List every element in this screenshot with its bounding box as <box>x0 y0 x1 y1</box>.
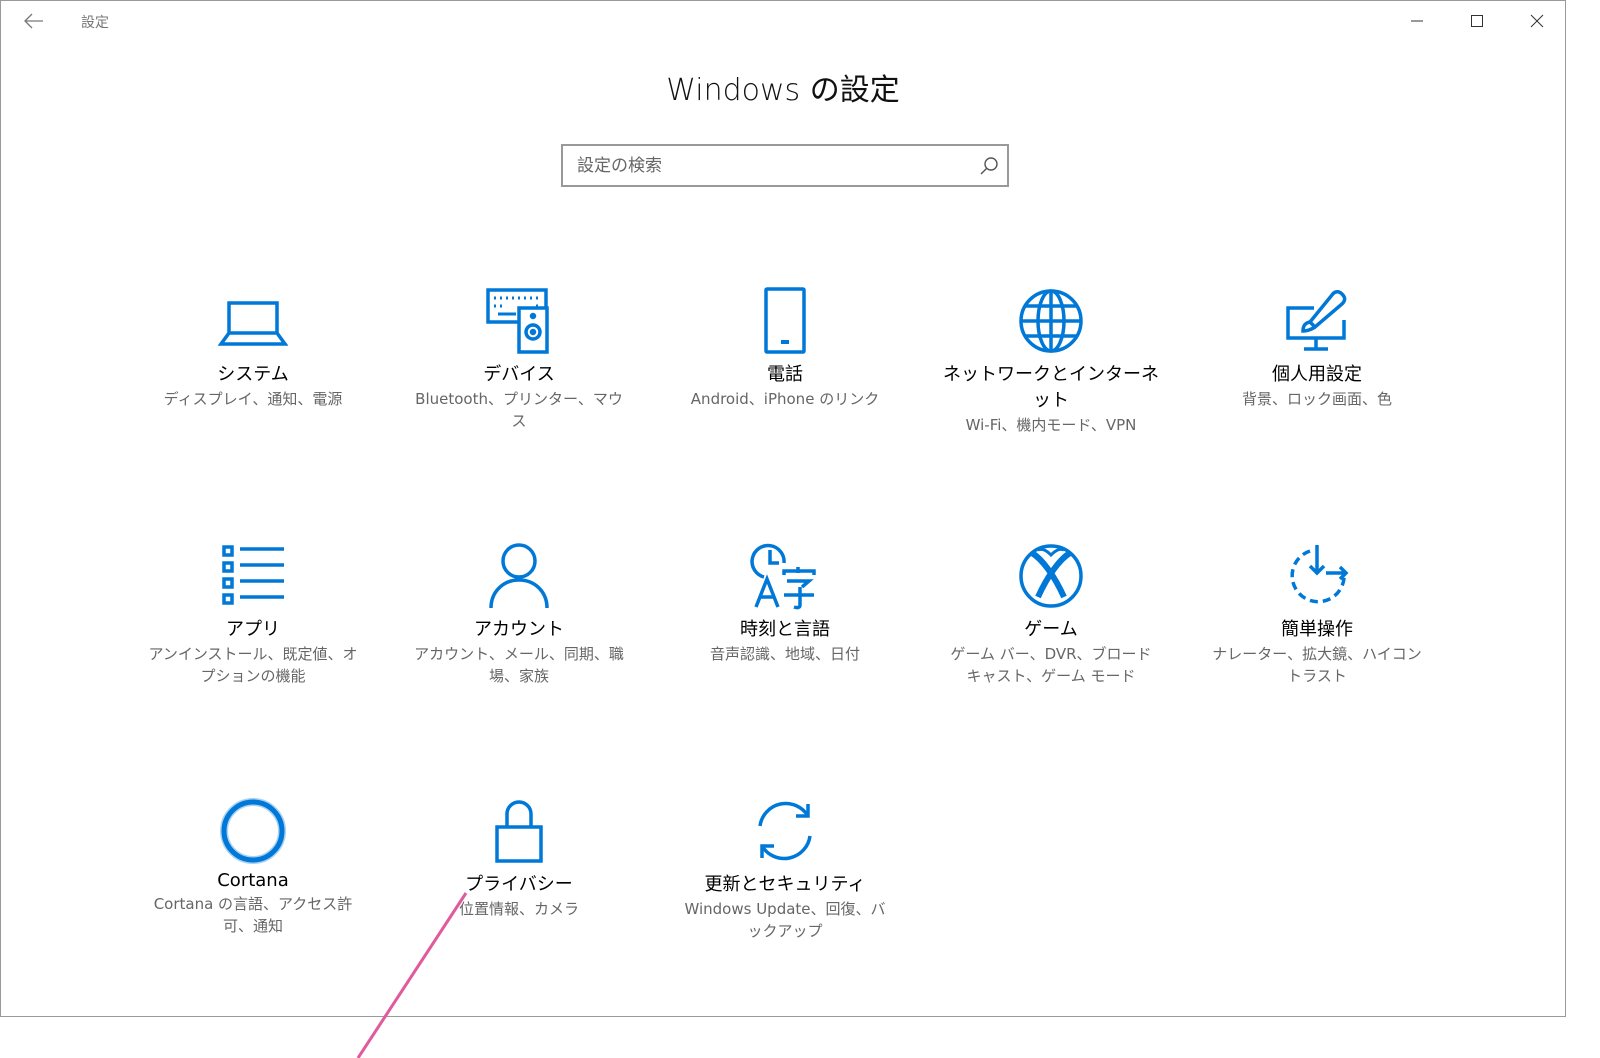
update-icon <box>758 801 812 861</box>
tile-label: 時刻と言語 <box>740 619 830 640</box>
tile-description: Cortana の言語、アクセス許可、通知 <box>153 895 353 935</box>
tile-description: Windows Update、回復、バックアップ <box>684 900 886 940</box>
tile-accounts[interactable]: アカウント アカウント、メール、同期、職場、家族 <box>404 541 634 687</box>
tile-label: 個人用設定 <box>1272 364 1362 385</box>
person-icon <box>489 543 549 609</box>
tile-label: アカウント <box>474 619 564 640</box>
tile-description: ゲーム バー、DVR、ブロードキャスト、ゲーム モード <box>950 645 1152 685</box>
tile-ease-of-access[interactable]: 簡単操作 ナレーター、拡大鏡、ハイコントラスト <box>1202 541 1432 687</box>
tile-label: ネットワークとインターネット <box>943 364 1159 411</box>
settings-window: 設定 Windows の設定 システム ディスプレイ、通知、電源 <box>0 0 1566 1017</box>
phone-icon <box>764 287 806 354</box>
tile-time-language[interactable]: 時刻と言語 音声認識、地域、日付 <box>670 541 900 665</box>
maximize-icon <box>1471 15 1483 27</box>
tile-apps[interactable]: アプリ アンインストール、既定値、オプションの機能 <box>138 541 368 687</box>
tile-description: 音声認識、地域、日付 <box>709 645 860 663</box>
tile-network[interactable]: ネットワークとインターネット Wi-Fi、機内モード、VPN <box>936 286 1166 436</box>
personalization-icon <box>1286 290 1347 351</box>
tile-description: Wi-Fi、機内モード、VPN <box>965 416 1137 434</box>
lock-icon <box>495 800 543 863</box>
tile-system[interactable]: システム ディスプレイ、通知、電源 <box>138 286 368 410</box>
minimize-icon <box>1411 20 1423 22</box>
tile-description: ナレーター、拡大鏡、ハイコントラスト <box>1212 645 1422 685</box>
search-box[interactable] <box>561 144 1009 187</box>
title-bar: 設定 <box>1 1 1565 41</box>
tile-devices[interactable]: デバイス Bluetooth、プリンター、マウス <box>404 286 634 432</box>
tile-label: システム <box>217 364 289 385</box>
globe-icon <box>1019 289 1083 353</box>
tile-description: 位置情報、カメラ <box>458 900 579 918</box>
xbox-icon <box>1019 544 1083 608</box>
close-icon <box>1530 14 1544 28</box>
tile-description: Bluetooth、プリンター、マウス <box>415 390 623 430</box>
tile-personalization[interactable]: 個人用設定 背景、ロック画面、色 <box>1202 286 1432 410</box>
tile-description: アカウント、メール、同期、職場、家族 <box>414 645 624 685</box>
tile-label: デバイス <box>483 364 555 385</box>
tile-description: 背景、ロック画面、色 <box>1241 390 1392 408</box>
tile-description: アンインストール、既定値、オプションの機能 <box>148 645 358 685</box>
minimize-button[interactable] <box>1387 1 1447 41</box>
tile-label: Cortana <box>217 870 289 891</box>
tile-gaming[interactable]: ゲーム ゲーム バー、DVR、ブロードキャスト、ゲーム モード <box>936 541 1166 687</box>
cortana-icon <box>220 798 286 864</box>
tile-label: プライバシー <box>465 874 573 895</box>
tile-privacy[interactable]: プライバシー 位置情報、カメラ <box>404 796 634 920</box>
apps-list-icon <box>222 545 284 605</box>
search-icon[interactable] <box>979 156 999 176</box>
tile-description: ディスプレイ、通知、電源 <box>163 390 343 408</box>
app-title: 設定 <box>81 15 109 31</box>
tile-cortana[interactable]: Cortana Cortana の言語、アクセス許可、通知 <box>138 796 368 937</box>
close-button[interactable] <box>1507 1 1567 41</box>
tile-label: 更新とセキュリティ <box>704 874 866 895</box>
tile-label: ゲーム <box>1024 619 1078 640</box>
page-title: Windows の設定 <box>666 73 900 108</box>
tile-description: Android、iPhone のリンク <box>690 390 880 408</box>
back-button[interactable] <box>17 7 51 35</box>
search-input[interactable] <box>577 146 967 185</box>
tile-label: アプリ <box>226 619 280 640</box>
tile-label: 簡単操作 <box>1281 619 1353 640</box>
devices-icon <box>486 288 549 354</box>
maximize-button[interactable] <box>1447 1 1507 41</box>
back-arrow-icon <box>24 13 43 29</box>
laptop-icon <box>218 301 288 346</box>
tile-update-security[interactable]: 更新とセキュリティ Windows Update、回復、バックアップ <box>670 796 900 942</box>
time-language-icon <box>750 543 816 610</box>
ease-of-access-icon <box>1290 545 1349 604</box>
tile-phone[interactable]: 電話 Android、iPhone のリンク <box>670 286 900 410</box>
tile-label: 電話 <box>767 364 803 385</box>
